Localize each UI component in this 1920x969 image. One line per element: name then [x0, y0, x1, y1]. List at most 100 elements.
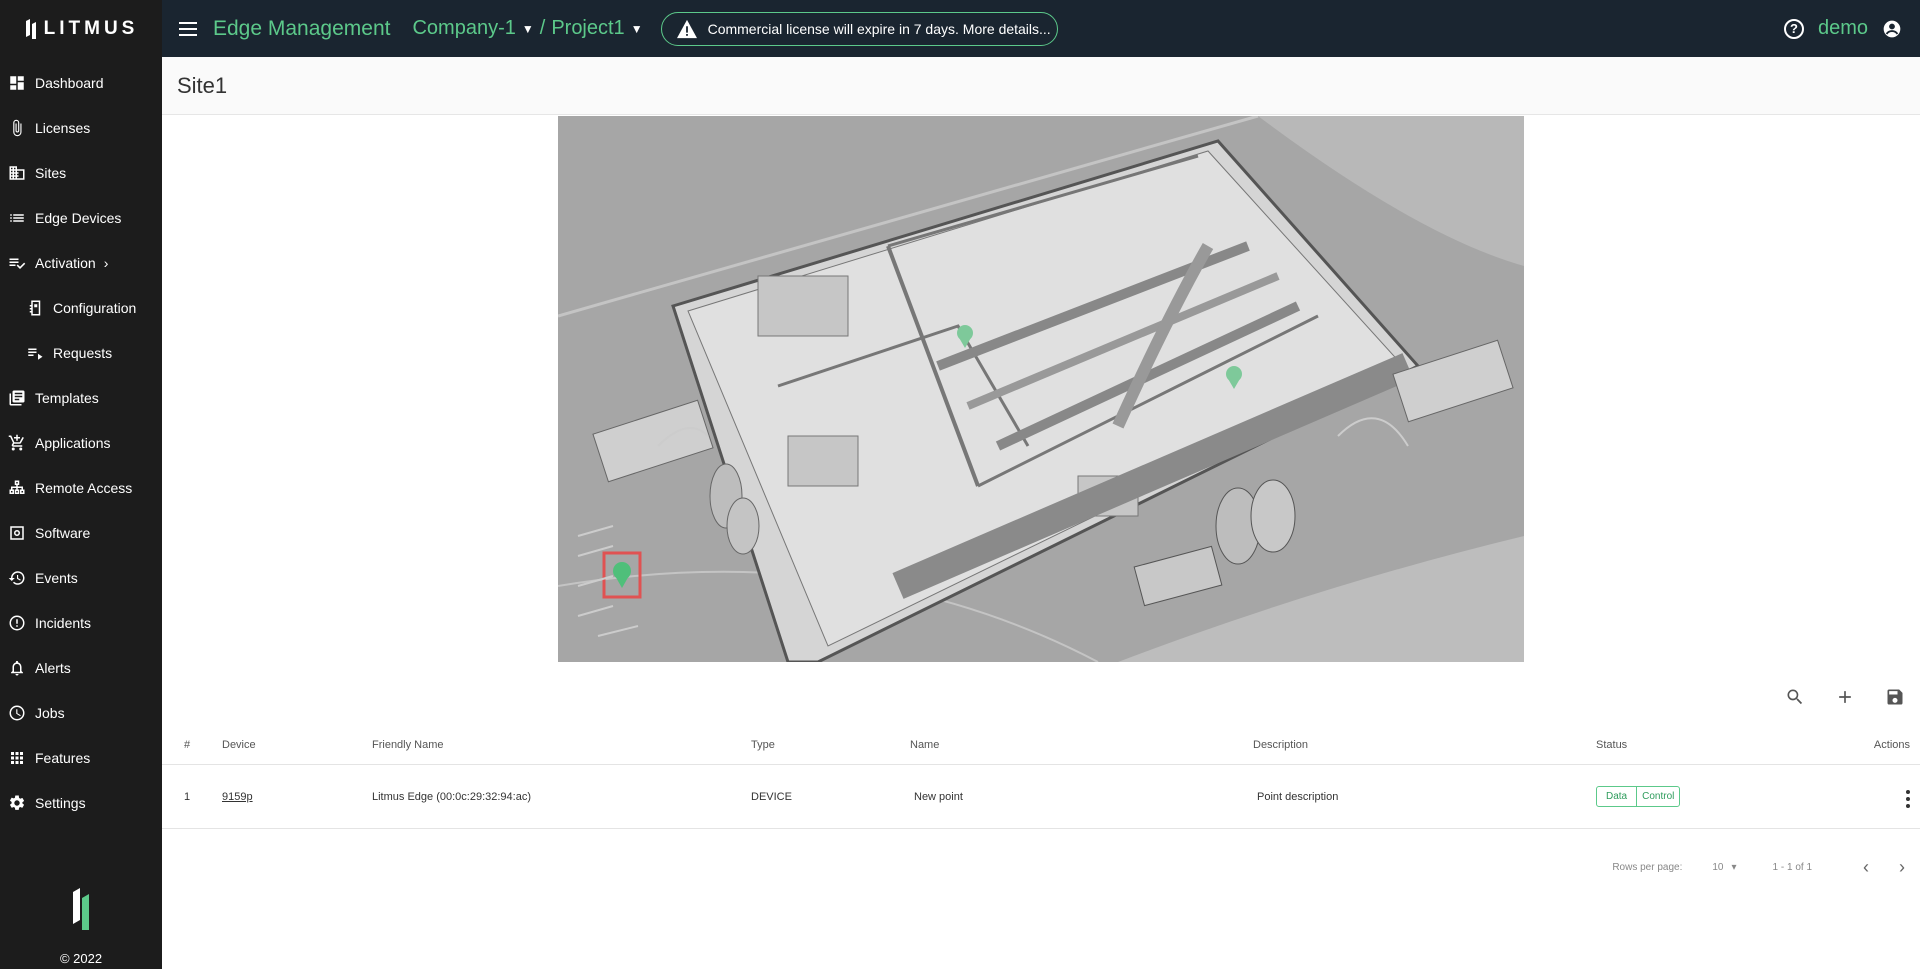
row-type: DEVICE — [751, 790, 792, 803]
copyright: © 2022 — [59, 951, 103, 966]
more-vert-icon[interactable] — [1906, 790, 1910, 808]
menu-icon[interactable] — [179, 21, 197, 36]
chevron-left-icon: ‹ — [1863, 856, 1869, 877]
row-friendly-name: Litmus Edge (00:0c:29:32:94:ac) — [372, 790, 531, 803]
chevron-down-icon: ▼ — [630, 21, 643, 36]
sidebar-item-alerts[interactable]: Alerts — [0, 645, 162, 690]
license-notice[interactable]: Commercial license will expire in 7 days… — [660, 11, 1058, 46]
add-point-button[interactable] — [1820, 677, 1870, 717]
column-header-description[interactable]: Description — [1253, 739, 1596, 751]
next-page-button[interactable]: › — [1884, 852, 1920, 882]
sidebar-item-label: Requests — [53, 344, 113, 361]
column-header-name[interactable]: Name — [910, 739, 1253, 751]
sidebar-item-label: Alerts — [35, 659, 71, 676]
rows-per-page-select[interactable]: 10 ▾ — [1712, 862, 1736, 873]
sidebar-item-dashboard[interactable]: Dashboard — [0, 60, 162, 105]
litmus-mark-icon — [73, 888, 89, 930]
list-icon — [7, 208, 27, 228]
rows-per-page-value: 10 — [1712, 861, 1724, 873]
page-title: Site1 — [162, 57, 1920, 115]
sidebar-item-label: Configuration — [53, 299, 137, 316]
sidebar-item-licenses[interactable]: Licenses — [0, 105, 162, 150]
row-index: 1 — [184, 790, 191, 803]
sidebar-item-incidents[interactable]: Incidents — [0, 600, 162, 645]
dashboard-icon — [7, 73, 27, 93]
sidebar-item-jobs[interactable]: Jobs — [0, 690, 162, 735]
chevron-right-icon: › — [1899, 856, 1905, 877]
sidebar-item-templates[interactable]: Templates — [0, 375, 162, 420]
sidebar-item-settings[interactable]: Settings — [0, 780, 162, 825]
sidebar-item-label: Edge Devices — [35, 209, 122, 226]
table-toolbar — [1770, 677, 1920, 717]
top-right-actions: ? demo — [1783, 17, 1902, 40]
search-button[interactable] — [1770, 677, 1820, 717]
playlist-check-icon — [7, 253, 27, 273]
playlist-play-icon — [25, 343, 45, 363]
column-header-friendly-name[interactable]: Friendly Name — [372, 739, 751, 751]
sidebar-item-label: Features — [35, 749, 91, 766]
sidebar-item-remote-access[interactable]: Remote Access — [0, 465, 162, 510]
sidebar-item-activation[interactable]: Activation › — [0, 240, 162, 285]
column-header-index: # — [184, 738, 191, 751]
app-title: Edge Management — [213, 16, 391, 40]
litmus-logo-icon — [25, 18, 36, 39]
sidebar-footer: © 2022 — [0, 886, 162, 969]
factory-floor-illustration — [558, 116, 1524, 662]
building-icon — [7, 163, 27, 183]
sidebar-item-label: Jobs — [35, 704, 65, 721]
bell-icon — [7, 658, 27, 678]
project-selector[interactable]: Project1 ▼ — [551, 17, 642, 40]
account-circle-icon[interactable] — [1882, 19, 1902, 39]
sidebar-item-label: Applications — [35, 434, 111, 451]
user-name[interactable]: demo — [1818, 17, 1868, 40]
column-header-type[interactable]: Type — [751, 739, 910, 751]
row-name: New point — [914, 790, 963, 803]
points-table: # Device Friendly Name Type Name Descrip… — [162, 725, 1920, 829]
sidebar: LITMUS Dashboard Licenses Sites Edge Dev… — [0, 0, 162, 969]
chevron-down-icon: ▼ — [521, 21, 534, 36]
site-map-image — [558, 116, 1524, 662]
device-link[interactable]: 9159p — [222, 791, 253, 803]
clock-icon — [7, 703, 27, 723]
sidebar-item-label: Dashboard — [35, 74, 104, 91]
pagination-range: 1 - 1 of 1 — [1772, 861, 1812, 873]
project-name: Project1 — [551, 17, 625, 39]
litmus-logo[interactable]: LITMUS — [0, 0, 162, 57]
company-selector[interactable]: Company-1 ▼ — [412, 17, 533, 40]
pagination: Rows per page: 10 ▾ 1 - 1 of 1 ‹ › — [1612, 847, 1920, 887]
sidebar-item-sites[interactable]: Sites — [0, 150, 162, 195]
warning-icon — [676, 19, 697, 38]
table-header: # Device Friendly Name Type Name Descrip… — [162, 725, 1920, 765]
sidebar-item-label: Settings — [35, 794, 86, 811]
sidebar-item-software[interactable]: Software — [0, 510, 162, 555]
sidebar-item-features[interactable]: Features — [0, 735, 162, 780]
cog-box-icon — [7, 523, 27, 543]
sidebar-item-applications[interactable]: Applications — [0, 420, 162, 465]
paperclip-icon — [7, 118, 27, 138]
column-header-status[interactable]: Status — [1596, 739, 1836, 751]
status-badge-data: Data — [1606, 791, 1628, 802]
search-icon — [1787, 689, 1803, 705]
previous-page-button[interactable]: ‹ — [1848, 852, 1884, 882]
chevron-right-icon: › — [103, 254, 109, 271]
apps-grid-icon — [7, 748, 27, 768]
sidebar-item-edge-devices[interactable]: Edge Devices — [0, 195, 162, 240]
help-icon[interactable]: ? — [1783, 18, 1804, 39]
sidebar-item-events[interactable]: Events — [0, 555, 162, 600]
column-header-device[interactable]: Device — [222, 739, 372, 751]
brand-name: LITMUS — [43, 17, 139, 39]
sidebar-item-label: Sites — [35, 164, 67, 181]
table-row[interactable]: 1 9159p Litmus Edge (00:0c:29:32:94:ac) … — [162, 765, 1920, 829]
sidebar-item-label: Templates — [35, 389, 99, 406]
company-name: Company-1 — [412, 17, 516, 39]
license-notice-text: Commercial license will expire in 7 days… — [707, 20, 1051, 37]
rows-per-page-label: Rows per page: — [1612, 861, 1683, 873]
network-icon — [7, 478, 27, 498]
sidebar-item-requests[interactable]: Requests — [0, 330, 162, 375]
sidebar-item-configuration[interactable]: Configuration — [0, 285, 162, 330]
save-button[interactable] — [1870, 677, 1920, 717]
status-badge-group: Data Control — [1596, 786, 1681, 807]
config-device-icon — [25, 298, 45, 318]
top-bar: Edge Management Company-1 ▼ / Project1 ▼… — [162, 0, 1920, 57]
history-icon — [7, 568, 27, 588]
